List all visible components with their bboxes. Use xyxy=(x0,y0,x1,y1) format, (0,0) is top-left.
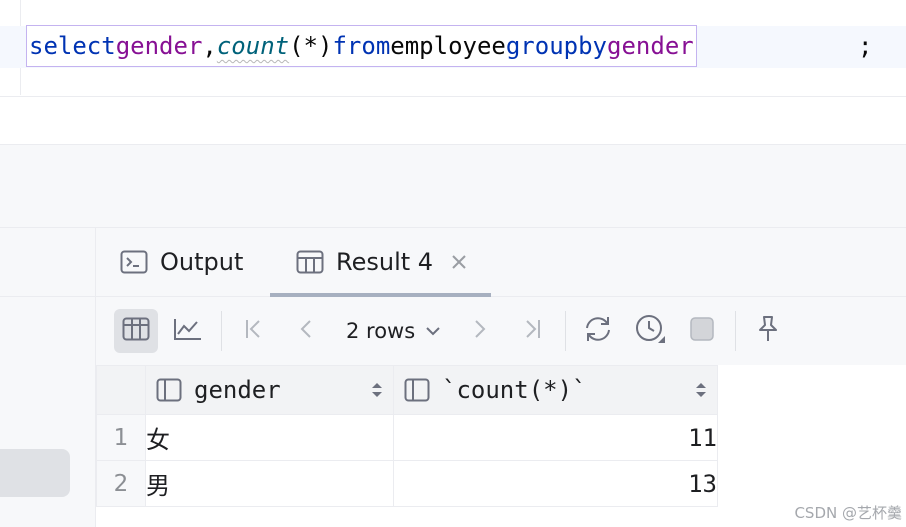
row-number[interactable]: 2 xyxy=(96,460,146,507)
chart-view-icon xyxy=(173,317,203,345)
last-page-button[interactable] xyxy=(510,309,554,353)
console-icon xyxy=(120,250,148,274)
rows-count-label: 2 rows xyxy=(346,319,416,343)
function-count: count xyxy=(216,32,290,60)
chevron-down-icon xyxy=(425,326,441,336)
toolbar-separator xyxy=(735,311,736,351)
toolbar-separator xyxy=(221,311,222,351)
refresh-button[interactable] xyxy=(576,309,620,353)
cell-count[interactable]: 11 xyxy=(393,414,718,461)
table-row[interactable]: 1 女 11 xyxy=(96,414,718,461)
comma: , xyxy=(202,32,217,60)
pin-icon xyxy=(756,315,780,347)
column-icon xyxy=(156,378,182,402)
sql-statement[interactable]: select gender, count (*) from employee gro… xyxy=(26,25,697,67)
cell-gender[interactable]: 男 xyxy=(145,460,394,507)
stop-icon xyxy=(689,316,715,346)
history-icon xyxy=(634,313,666,349)
watermark: CSDN @艺杯羹 xyxy=(794,504,902,522)
column-header-label: `count(*)` xyxy=(442,376,587,404)
result-toolbar: 2 rows xyxy=(96,297,906,365)
previous-page-button[interactable] xyxy=(284,309,328,353)
table-view-button[interactable] xyxy=(114,309,158,353)
tab-output[interactable]: Output xyxy=(120,228,243,296)
history-button[interactable] xyxy=(628,309,672,353)
page-size-select[interactable]: 2 rows xyxy=(346,309,441,353)
table-view-icon xyxy=(122,317,150,345)
statement-terminator: ; xyxy=(858,25,872,67)
first-page-icon xyxy=(244,318,264,344)
semicolon: ; xyxy=(858,32,873,60)
column-gender: gender xyxy=(115,32,203,60)
services-tree-panel xyxy=(0,228,96,527)
count-args: (*) xyxy=(289,32,333,60)
stop-button[interactable] xyxy=(680,309,724,353)
panel-splitter-area xyxy=(0,145,906,228)
editor-bottom-area xyxy=(0,97,906,145)
toolbar-separator xyxy=(565,311,566,351)
keyword-group: group xyxy=(505,32,579,60)
table-name: employee xyxy=(390,32,506,60)
result-grid: gender `count(*)` 1 女 11 2 男 13 xyxy=(96,365,906,527)
cell-count[interactable]: 13 xyxy=(393,460,718,507)
next-page-button[interactable] xyxy=(458,309,502,353)
tab-result-4[interactable]: Result 4 xyxy=(270,228,492,297)
row-number[interactable]: 1 xyxy=(96,414,146,461)
pin-button[interactable] xyxy=(746,309,790,353)
column-icon xyxy=(404,378,430,402)
next-page-icon xyxy=(473,318,487,344)
column-header-label: gender xyxy=(194,376,281,404)
chart-view-button[interactable] xyxy=(166,309,210,353)
tab-result-label: Result 4 xyxy=(336,248,434,276)
selected-tree-item[interactable] xyxy=(0,449,70,497)
sort-icon[interactable] xyxy=(695,381,707,399)
keyword-select: select xyxy=(29,32,116,60)
tab-output-label: Output xyxy=(160,248,244,276)
sort-icon[interactable] xyxy=(371,381,383,399)
results-tab-bar: Output Result 4 xyxy=(96,228,906,297)
result-table: gender `count(*)` 1 女 11 2 男 13 xyxy=(96,365,718,507)
sql-editor[interactable]: select gender, count (*) from employee gro… xyxy=(0,0,906,97)
cell-gender[interactable]: 女 xyxy=(145,414,394,461)
table-icon xyxy=(296,250,324,274)
first-page-button[interactable] xyxy=(232,309,276,353)
previous-page-icon xyxy=(299,318,313,344)
close-icon[interactable] xyxy=(451,254,467,270)
table-row[interactable]: 2 男 13 xyxy=(96,460,718,507)
column-header-gender[interactable]: gender xyxy=(145,365,394,415)
keyword-by: by xyxy=(578,32,608,60)
last-page-icon xyxy=(522,318,542,344)
services-header-divider xyxy=(0,296,95,297)
keyword-from: from xyxy=(332,32,391,60)
row-number-header[interactable] xyxy=(96,365,146,415)
column-gender-group: gender xyxy=(607,32,694,60)
refresh-icon xyxy=(582,315,614,347)
table-header-row: gender `count(*)` xyxy=(96,365,718,415)
column-header-count[interactable]: `count(*)` xyxy=(393,365,718,415)
